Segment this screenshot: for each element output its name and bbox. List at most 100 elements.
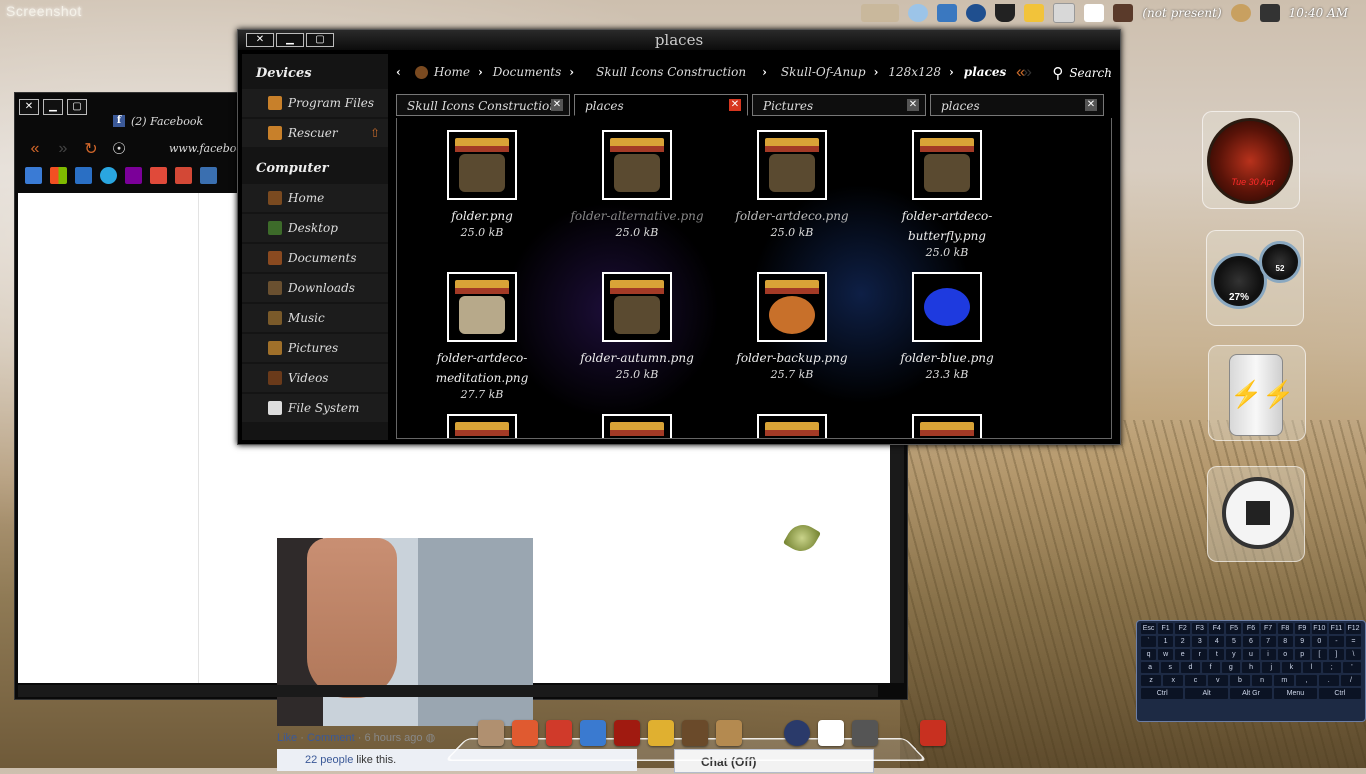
keyboard-key[interactable]: i [1260,649,1276,660]
keyboard-key[interactable]: l [1302,662,1321,673]
history-arrows[interactable]: «» [1016,62,1032,82]
keyboard-key[interactable]: ' [1342,662,1362,673]
dock-user-icon[interactable] [478,720,504,746]
tab-places-active[interactable]: places ✕ [574,94,748,116]
keyboard-key[interactable]: F8 [1277,623,1293,634]
keyboard-key[interactable]: ; [1322,662,1341,673]
n-icon[interactable] [200,167,217,184]
breadcrumb-places[interactable]: places [964,65,1006,79]
clock-widget[interactable]: Tue 30 Apr [1202,111,1300,209]
breadcrumb-documents[interactable]: Documents › [493,65,596,79]
keyboard-key[interactable]: = [1345,636,1362,647]
system-monitor-widget[interactable]: 27% 52 [1206,230,1304,326]
dock-home-icon[interactable] [818,720,844,746]
keyboard-key[interactable]: 7 [1260,636,1276,647]
dock-coin-icon[interactable] [648,720,674,746]
file-item[interactable] [872,414,1022,438]
keyboard-key[interactable]: r [1192,649,1208,660]
keyboard-key[interactable]: F3 [1192,623,1208,634]
keyboard-key[interactable]: h [1241,662,1261,673]
close-icon[interactable]: ✕ [19,99,39,115]
keyboard-key[interactable]: 5 [1226,636,1242,647]
keyboard-key[interactable]: b [1229,675,1251,686]
keyboard-key[interactable]: . [1318,675,1339,686]
breadcrumb-128x128[interactable]: 128x128 › [888,65,963,79]
sidebar-item-home[interactable]: Home [242,184,388,212]
keyboard-key[interactable]: ` [1141,636,1157,647]
keyboard-key[interactable]: / [1340,675,1362,686]
close-tab-icon[interactable]: ✕ [551,99,563,111]
keyboard-key[interactable]: Menu [1274,688,1317,699]
eject-icon[interactable]: ⇧ [370,126,380,140]
like-link[interactable]: Like [277,732,297,744]
tray-dropbox-icon[interactable] [937,4,958,22]
tab-pictures[interactable]: Pictures ✕ [752,94,926,116]
keyboard-key[interactable]: [ [1311,649,1327,660]
keyboard-key[interactable]: j [1262,662,1281,673]
keyboard-key[interactable]: s [1161,662,1180,673]
tray-coffee-icon[interactable] [995,4,1016,22]
back-icon[interactable]: « [25,140,45,158]
m-icon[interactable] [75,167,92,184]
close-tab-icon[interactable]: ✕ [729,99,741,111]
keyboard-key[interactable]: Ctrl [1318,688,1362,699]
microsoft-icon[interactable] [50,167,67,184]
yahoo-icon[interactable] [125,167,142,184]
close-icon[interactable]: ✕ [246,33,274,47]
file-item[interactable] [562,414,712,438]
sidebar-item-rescuer[interactable]: Rescuer ⇧ [242,119,388,147]
keyboard-key[interactable]: F2 [1175,623,1191,634]
keyboard-key[interactable]: 4 [1209,636,1225,647]
keyboard-key[interactable]: , [1296,675,1317,686]
file-item[interactable]: folder-backup.png 25.7 kB [717,272,867,381]
keyboard-key[interactable]: Esc [1141,623,1157,634]
breadcrumb-skull-of-anup[interactable]: Skull-Of-Anup › [781,65,888,79]
keyboard-key[interactable]: k [1282,662,1301,673]
breadcrumb-left-arrow[interactable]: ‹ [396,65,401,79]
reload-icon[interactable]: ↻ [81,139,101,159]
keyboard-key[interactable]: \ [1345,649,1362,660]
keyboard-key[interactable]: x [1163,675,1184,686]
sidebar-item-documents[interactable]: Documents [242,244,388,272]
file-item[interactable]: folder-blue.png 23.3 kB [872,272,1022,381]
battery-widget[interactable]: ⚡⚡ [1208,345,1306,441]
vertical-scrollbar[interactable] [890,443,904,683]
tray-mail-icon[interactable] [1084,4,1105,22]
keyboard-key[interactable]: Ctrl [1141,688,1184,699]
breadcrumb-skull-icons[interactable]: Skull Icons Construction › [596,65,781,79]
sidebar-item-pictures[interactable]: Pictures [242,334,388,362]
dock-dog-icon[interactable] [682,720,708,746]
tab-skull-icons-construction[interactable]: Skull Icons Construction ✕ [396,94,570,116]
tray-image-icon[interactable] [861,4,900,22]
keyboard-key[interactable]: F5 [1226,623,1242,634]
file-item[interactable] [407,414,557,438]
maximize-icon[interactable]: ▢ [306,33,334,47]
keyboard-key[interactable]: m [1274,675,1295,686]
keyboard-key[interactable]: u [1243,649,1259,660]
aol-icon[interactable] [100,167,117,184]
sidebar-item-file-system[interactable]: File System [242,394,388,422]
dock-trash-icon[interactable] [920,720,946,746]
keyboard-key[interactable]: f [1201,662,1220,673]
dock-browser-icon[interactable] [580,720,606,746]
file-item[interactable]: folder-artdeco-butterfly.png 25.0 kB [872,130,1022,259]
keyboard-key[interactable]: 3 [1192,636,1208,647]
keyboard-key[interactable]: Alt Gr [1229,688,1273,699]
keyboard-key[interactable]: 1 [1158,636,1174,647]
sidebar-item-videos[interactable]: Videos [242,364,388,392]
dock-camera-icon[interactable] [852,720,878,746]
keyboard-key[interactable]: 9 [1294,636,1310,647]
presence-status[interactable]: (not present) [1142,6,1221,20]
file-item[interactable]: folder-artdeco.png 25.0 kB [717,130,867,239]
gmail-icon[interactable] [150,167,167,184]
tray-user-icon[interactable] [1113,4,1134,22]
file-item[interactable] [717,414,867,438]
keyboard-key[interactable]: Alt [1185,688,1228,699]
keyboard-key[interactable]: F1 [1158,623,1174,634]
keyboard-key[interactable]: a [1141,662,1160,673]
home-icon[interactable]: ☉ [109,139,129,159]
keyboard-key[interactable]: - [1328,636,1344,647]
keyboard-key[interactable]: v [1207,675,1228,686]
dock-skull-icon[interactable] [546,720,572,746]
keyboard-key[interactable]: p [1294,649,1310,660]
